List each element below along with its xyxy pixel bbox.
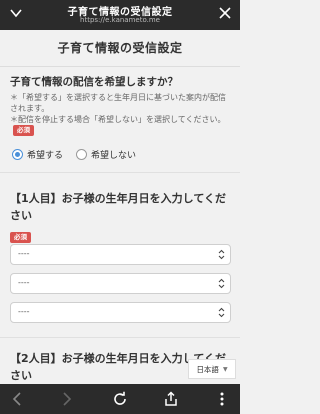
browser-url: https://e.kanameto.me <box>80 16 160 24</box>
reload-icon[interactable] <box>112 391 128 407</box>
dropdown-triangle-icon: ▼ <box>222 365 228 373</box>
delivery-note-2: ＊配信を停止する場合「希望しない」を選択してください。必須 <box>10 114 232 136</box>
delivery-note-1: ＊「希望する」を選択すると生年月日に基づいた案内が配信されます。 <box>10 93 226 113</box>
close-icon[interactable] <box>219 7 231 19</box>
required-badge: 必須 <box>13 125 34 136</box>
page-title: 子育て情報の受信設定 <box>0 30 240 67</box>
select-arrows-icon <box>218 249 225 260</box>
radio-no-wish-circle[interactable] <box>76 148 87 160</box>
chevron-down-icon[interactable] <box>10 7 22 19</box>
radio-wish-label[interactable]: 希望する <box>27 148 63 161</box>
required-badge: 必須 <box>10 232 31 243</box>
section-divider <box>0 337 240 338</box>
forward-arrow-icon[interactable] <box>58 391 74 407</box>
delivery-note-2-text: ＊配信を停止する場合「希望しない」を選択してください。 <box>10 115 226 124</box>
more-vertical-icon[interactable] <box>214 391 230 407</box>
radio-no-wish-label[interactable]: 希望しない <box>91 148 136 161</box>
child1-day-select[interactable]: ---- <box>10 302 231 323</box>
section-divider <box>0 172 240 173</box>
language-label: 日本語 <box>196 364 219 374</box>
child1-month-value: ---- <box>18 278 30 287</box>
child1-month-select[interactable]: ---- <box>10 273 231 294</box>
browser-toolbar <box>0 384 240 414</box>
back-arrow-icon[interactable] <box>10 391 26 407</box>
share-icon[interactable] <box>163 391 179 407</box>
child1-year-select[interactable]: ---- <box>10 244 231 265</box>
delivery-question: 子育て情報の配信を希望しますか？ <box>10 76 178 88</box>
page-content[interactable]: 子育て情報の受信設定 子育て情報の配信を希望しますか？ ＊「希望する」を選択する… <box>0 30 240 384</box>
radio-wish-circle[interactable] <box>12 148 23 160</box>
language-selector[interactable]: 日本語 ▼ <box>188 359 236 379</box>
select-arrows-icon <box>218 278 225 289</box>
child1-day-value: ---- <box>18 307 30 316</box>
browser-header: 子育て情報の受信設定 https://e.kanameto.me <box>0 0 240 30</box>
child1-heading: 【1人目】お子様の生年月日を入力してください <box>10 192 226 222</box>
radio-no-wish[interactable]: 希望しない <box>76 147 136 161</box>
child1-required-wrap: 必須 <box>10 225 31 244</box>
radio-wish[interactable]: 希望する <box>12 147 63 161</box>
select-arrows-icon <box>218 307 225 318</box>
child1-year-value: ---- <box>18 249 30 258</box>
